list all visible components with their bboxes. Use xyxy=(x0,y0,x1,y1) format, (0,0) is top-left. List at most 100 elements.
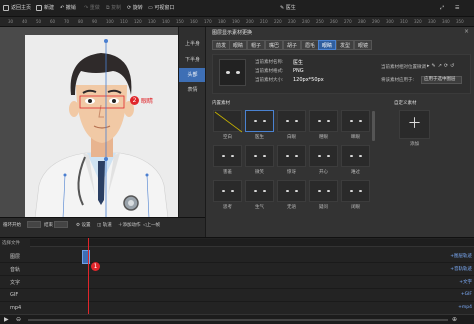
materials-scrollbar[interactable] xyxy=(372,111,375,141)
loop-label: 循环开始 xyxy=(3,223,21,228)
material-tile[interactable] xyxy=(309,110,338,132)
close-icon[interactable]: × xyxy=(464,28,469,35)
replace-label: 将该素材应用于: xyxy=(381,78,415,83)
timeline-row[interactable]: 音轨 +音轨轨迹 xyxy=(0,263,474,276)
ruler-tick: 90 xyxy=(92,19,98,24)
material-tab[interactable]: 胡子 xyxy=(283,40,302,50)
ruler-tick: 310 xyxy=(400,19,408,24)
end-label: 结束 xyxy=(44,223,53,228)
eyes-thumbnail-icon xyxy=(286,155,299,159)
tab-expression[interactable]: 表情 xyxy=(179,83,206,97)
ruler-tick: 60 xyxy=(50,19,56,24)
adjust-icons[interactable]: ▸✎↗⟳↺ xyxy=(427,63,456,69)
material-tab[interactable]: 嘴巴 xyxy=(265,40,284,50)
name-value: 医生 xyxy=(293,60,304,66)
settings-button[interactable]: ⚙ 设置 xyxy=(76,222,90,228)
material-tile[interactable] xyxy=(277,145,306,167)
loop-start-input[interactable] xyxy=(27,221,41,228)
timeline-row[interactable]: GIF +GIF xyxy=(0,289,474,302)
material-tab[interactable]: 眼睛 xyxy=(229,40,248,50)
material-tile[interactable] xyxy=(213,145,242,167)
track-button[interactable]: ◫ 轨道 xyxy=(97,222,112,228)
zoom-out-icon[interactable]: ⊖ xyxy=(16,316,21,323)
eyes-thumbnail-icon xyxy=(350,155,363,159)
redo-button[interactable]: ↷ 重做 xyxy=(84,4,100,13)
material-tile[interactable] xyxy=(341,145,370,167)
material-tile[interactable] xyxy=(277,180,306,202)
rotate-button[interactable]: ⟳ 旋转 xyxy=(127,4,143,13)
add-track-button[interactable]: +文字 xyxy=(459,279,472,285)
playhead-badge: 1 xyxy=(91,262,100,271)
format-value: PNG xyxy=(293,68,304,74)
add-track-button[interactable]: +mp4 xyxy=(458,305,472,310)
material-info: 当前素材名称: 医生 当前素材格式: PNG 当前素材大小: 120px*50p… xyxy=(212,54,471,94)
timeline-header: 选择文件 xyxy=(2,241,20,246)
zoom-in-icon[interactable]: ⊕ xyxy=(452,316,457,323)
fullscreen-icon[interactable]: ⤢ xyxy=(440,4,444,13)
material-tile[interactable] xyxy=(213,110,243,133)
material-tile[interactable] xyxy=(277,110,306,132)
material-tab[interactable]: 眉毛 xyxy=(301,40,320,50)
add-label: 添加 xyxy=(410,142,419,147)
material-tab[interactable]: 眼镜 xyxy=(354,40,373,50)
eye-preview-right xyxy=(236,71,240,74)
eyes-thumbnail-icon xyxy=(222,190,235,194)
ruler-tick: 180 xyxy=(218,19,226,24)
timeline-row-label: GIF xyxy=(10,292,19,298)
material-tile-label: 害羞 xyxy=(223,170,232,175)
add-track-button[interactable]: +图层轨迹 xyxy=(450,253,472,259)
material-tab[interactable]: 帽子 xyxy=(247,40,266,50)
gear-icon: ⚙ xyxy=(76,223,81,228)
track-icon: ◫ xyxy=(97,223,102,228)
timeline-row[interactable]: 文字 +文字 xyxy=(0,276,474,289)
add-material-button[interactable]: ＋ xyxy=(399,110,430,139)
material-tile[interactable] xyxy=(309,145,338,167)
artboard[interactable] xyxy=(25,35,178,218)
copy-button[interactable]: ⧉ 复制 xyxy=(106,4,121,13)
material-tile[interactable] xyxy=(341,110,370,132)
prev-frame-button[interactable]: ◁上一帧 xyxy=(143,222,160,228)
ruler-tick: 240 xyxy=(302,19,310,24)
material-tile[interactable] xyxy=(245,145,274,167)
tab-lower-body[interactable]: 下半身 xyxy=(179,53,206,67)
timeline: 选择文件 图层 +图层轨迹 音轨 +音轨轨迹 文字 +文字 GIF +GIF mp4 +mp4 1… xyxy=(0,237,474,324)
ruler-tick: 280 xyxy=(358,19,366,24)
replace-select[interactable]: 应用于选中图层 xyxy=(421,76,462,84)
add-track-button[interactable]: +GIF xyxy=(461,292,472,297)
playhead[interactable] xyxy=(88,238,89,324)
material-tile-label: 医生 xyxy=(255,135,264,140)
marker-label: 眼睛 xyxy=(141,98,154,105)
eyes-thumbnail-icon xyxy=(286,190,299,194)
material-tab[interactable]: 发型 xyxy=(336,40,355,50)
ruler-tick: 140 xyxy=(162,19,170,24)
add-track-button[interactable]: +音轨轨迹 xyxy=(450,266,472,272)
zoom-slider[interactable] xyxy=(28,319,448,321)
add-animation-button[interactable]: ＋添加动作 xyxy=(118,222,141,228)
new-button[interactable]: 新建 xyxy=(36,4,54,13)
timeline-row[interactable]: 图层 +图层轨迹 xyxy=(0,250,474,263)
material-tile[interactable] xyxy=(309,180,338,202)
timeline-ruler[interactable] xyxy=(30,239,474,247)
ruler-tick: 40 xyxy=(22,19,28,24)
visible-window-button[interactable]: ▭ 可视窗口 xyxy=(148,4,174,13)
material-tab[interactable]: 前发 xyxy=(212,40,231,50)
back-home-button[interactable]: 返回主页 xyxy=(3,4,31,13)
play-icon[interactable]: ▶ xyxy=(4,316,9,323)
material-tile[interactable] xyxy=(245,110,274,132)
tab-upper-body[interactable]: 上半身 xyxy=(179,37,206,51)
material-tab[interactable]: 眼睛 xyxy=(318,40,337,50)
material-tile[interactable] xyxy=(341,180,370,202)
undo-button[interactable]: ↶ 撤销 xyxy=(60,4,76,13)
eyes-thumbnail-icon xyxy=(318,190,331,194)
timeline-row-label: 音轨 xyxy=(10,267,21,273)
ruler-tick: 80 xyxy=(78,19,84,24)
material-tile[interactable] xyxy=(213,180,242,202)
ruler-tick: 220 xyxy=(274,19,282,24)
menu-icon[interactable]: ☰ xyxy=(455,4,459,13)
eyes-thumbnail-icon xyxy=(286,120,299,124)
tab-head[interactable]: 头部 xyxy=(179,68,206,82)
material-tile[interactable] xyxy=(245,180,274,202)
ruler-tick: 250 xyxy=(316,19,324,24)
eyes-thumbnail-icon xyxy=(222,155,235,159)
loop-end-input[interactable] xyxy=(54,221,68,228)
